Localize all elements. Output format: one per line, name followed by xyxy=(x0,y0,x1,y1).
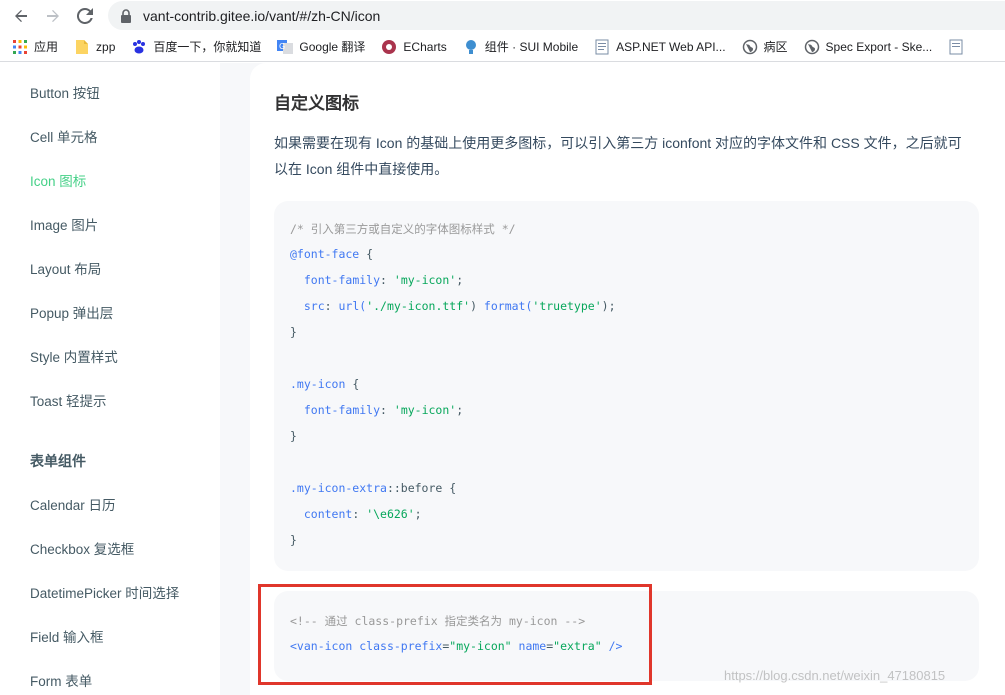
code-line: .my-icon-extra::before { xyxy=(290,481,457,495)
code-line: } xyxy=(290,429,297,443)
url-text: vant-contrib.gitee.io/vant/#/zh-CN/icon xyxy=(143,7,381,24)
sidebar-item-toast[interactable]: Toast 轻提示 xyxy=(30,390,107,410)
annotation-highlight-box xyxy=(258,584,652,685)
reload-button[interactable] xyxy=(74,5,96,27)
apps-grid-icon xyxy=(12,39,28,55)
code-line: font-family: 'my-icon'; xyxy=(303,273,464,287)
watermark: https://blog.csdn.net/weixin_47180815 xyxy=(724,668,946,683)
bookmark-label: Google 翻译 xyxy=(299,40,366,54)
svg-text:G: G xyxy=(279,42,285,51)
echarts-icon xyxy=(381,39,397,55)
sidebar-item-icon[interactable]: Icon 图标 xyxy=(30,170,86,190)
section-paragraph: 如果需要在现有 Icon 的基础上使用更多图标，可以引入第三方 iconfont… xyxy=(274,135,962,177)
section-title: 自定义图标 xyxy=(274,94,359,113)
bookmark-label: 应用 xyxy=(34,40,59,54)
code-line: /* 引入第三方或自定义的字体图标样式 */ xyxy=(290,222,516,236)
code-line: src: url('./my-icon.ttf') format('truety… xyxy=(303,299,616,313)
folder-icon xyxy=(74,39,90,55)
bookmark-google-translate[interactable]: G Google 翻译 xyxy=(277,38,365,55)
sidebar-item-datetimepicker[interactable]: DatetimePicker 时间选择 xyxy=(30,582,179,602)
lock-icon xyxy=(121,8,131,23)
code-line: font-family: 'my-icon'; xyxy=(303,403,464,417)
arrow-right-icon xyxy=(47,10,59,22)
sidebar-item-cell[interactable]: Cell 单元格 xyxy=(30,126,98,146)
globe-icon xyxy=(742,39,758,55)
bulb-icon xyxy=(463,39,479,55)
docs-sidebar: Button 按钮 Cell 单元格 Icon 图标 Image 图片 Layo… xyxy=(0,63,220,695)
code-line: .my-icon { xyxy=(290,377,360,391)
bookmark-aspnet[interactable]: ASP.NET Web API... xyxy=(594,39,726,55)
bookmark-bingqu[interactable]: 病区 xyxy=(742,38,788,55)
code-line: @font-face { xyxy=(290,247,374,261)
code-line: content: '\e626'; xyxy=(303,507,422,521)
sidebar-group-title: 表单组件 xyxy=(30,453,86,469)
sidebar-item-calendar[interactable]: Calendar 日历 xyxy=(30,494,116,514)
code-block-css: /* 引入第三方或自定义的字体图标样式 */ @font-face { font… xyxy=(274,201,979,571)
bookmarks-bar: 应用 zpp 百度一下，你就知道 G Google 翻译 ECharts 组件 … xyxy=(0,32,1005,62)
bookmark-label: 组件 · SUI Mobile xyxy=(484,40,579,54)
sidebar-item-popup[interactable]: Popup 弹出层 xyxy=(30,302,113,322)
bookmark-label: 百度一下，你就知道 xyxy=(153,40,262,54)
code-line: } xyxy=(290,533,297,547)
doc-icon xyxy=(594,39,610,55)
bookmark-label: 病区 xyxy=(763,40,788,54)
sidebar-item-field[interactable]: Field 输入框 xyxy=(30,626,104,646)
bookmark-label: ASP.NET Web API... xyxy=(616,39,726,54)
globe-icon xyxy=(804,39,820,55)
sidebar-item-image[interactable]: Image 图片 xyxy=(30,214,98,234)
bookmark-sui-mobile[interactable]: 组件 · SUI Mobile xyxy=(463,38,578,55)
bookmark-label: zpp xyxy=(96,39,116,54)
bookmark-more[interactable] xyxy=(948,39,970,55)
sidebar-item-checkbox[interactable]: Checkbox 复选框 xyxy=(30,538,134,558)
bookmark-label: ECharts xyxy=(403,39,447,54)
sidebar-item-button[interactable]: Button 按钮 xyxy=(30,82,100,102)
bookmark-spec-export[interactable]: Spec Export - Ske... xyxy=(804,39,933,55)
back-button[interactable] xyxy=(10,5,32,27)
doc-icon xyxy=(948,39,964,55)
google-translate-icon: G xyxy=(277,39,294,55)
browser-toolbar: vant-contrib.gitee.io/vant/#/zh-CN/icon xyxy=(0,0,1005,32)
baidu-paw-icon xyxy=(131,39,147,55)
bookmark-apps[interactable]: 应用 xyxy=(12,38,58,55)
arrow-left-icon xyxy=(15,10,27,22)
code-line: } xyxy=(290,325,297,339)
sidebar-item-layout[interactable]: Layout 布局 xyxy=(30,258,101,278)
bookmark-label: Spec Export - Ske... xyxy=(825,39,933,54)
sidebar-item-form[interactable]: Form 表单 xyxy=(30,670,92,690)
address-bar[interactable]: vant-contrib.gitee.io/vant/#/zh-CN/icon xyxy=(108,1,1005,30)
sidebar-item-style[interactable]: Style 内置样式 xyxy=(30,346,118,366)
reload-icon xyxy=(77,8,93,24)
bookmark-zpp[interactable]: zpp xyxy=(74,39,115,55)
bookmark-baidu[interactable]: 百度一下，你就知道 xyxy=(131,38,261,55)
forward-button[interactable] xyxy=(42,5,64,27)
bookmark-echarts[interactable]: ECharts xyxy=(381,39,447,55)
